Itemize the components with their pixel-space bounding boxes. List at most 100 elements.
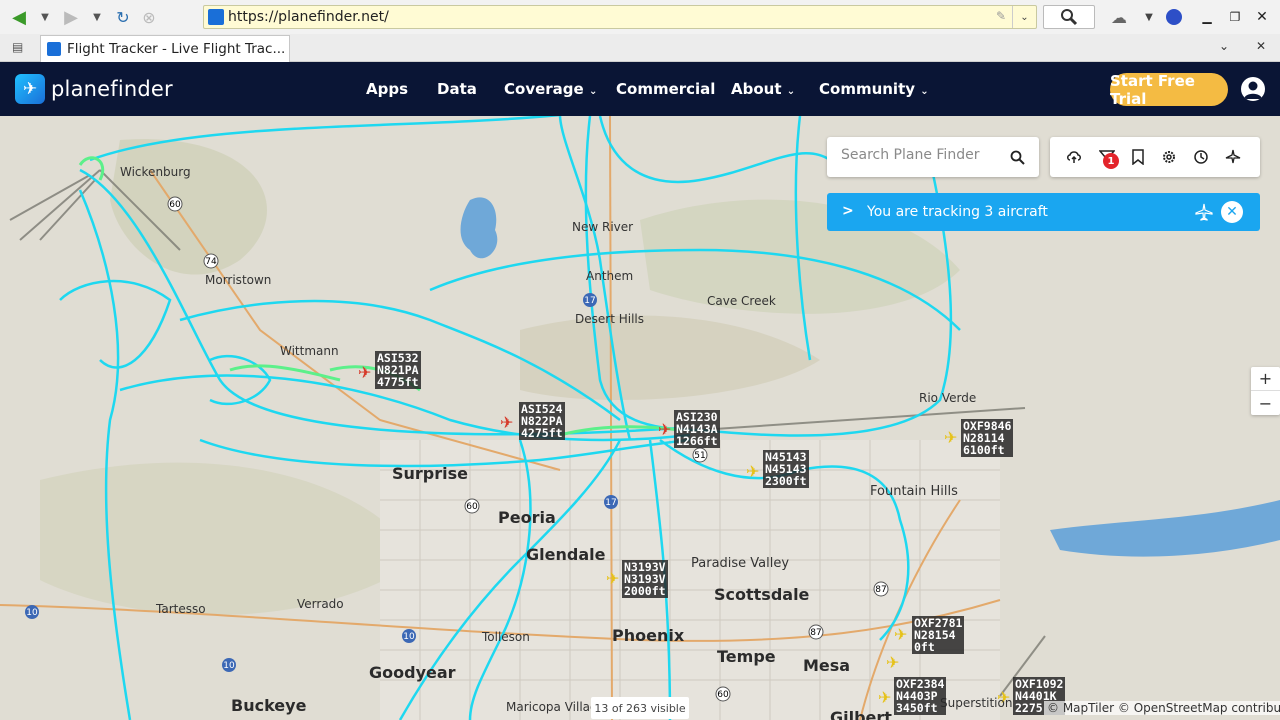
svg-text:✈: ✈ xyxy=(500,413,513,432)
place-surprise: Surprise xyxy=(392,464,469,483)
map-search-panel xyxy=(827,137,1039,177)
nav-commercial[interactable]: Commercial xyxy=(616,80,715,98)
bookmark-icon[interactable] xyxy=(1130,149,1146,165)
history-icon[interactable] xyxy=(1193,149,1209,165)
zoom-out-button[interactable]: − xyxy=(1251,391,1280,415)
altitude: 1266ft xyxy=(676,434,718,448)
forward-dropdown-icon[interactable]: ▼ xyxy=(84,4,110,30)
svg-text:✈: ✈ xyxy=(746,462,759,481)
svg-text:87: 87 xyxy=(875,585,886,595)
svg-text:✈: ✈ xyxy=(358,363,371,382)
aircraft-label[interactable]: ASI230 N4143A 1266ft xyxy=(674,410,720,448)
nav-about-label: About xyxy=(731,80,782,98)
place-desert-hills: Desert Hills xyxy=(575,312,644,326)
place-new-river: New River xyxy=(572,220,634,234)
chevron-down-icon: ⌄ xyxy=(920,86,929,97)
plane-logo-icon: ✈ xyxy=(15,74,45,104)
planefinder-logo[interactable]: ✈ planefinder xyxy=(15,74,173,104)
place-peoria: Peoria xyxy=(498,508,556,527)
chevron-down-icon: ⌄ xyxy=(786,86,796,97)
place-fountain-hills: Fountain Hills xyxy=(870,484,958,499)
svg-text:✈: ✈ xyxy=(886,653,899,672)
place-phoenix: Phoenix xyxy=(612,626,685,645)
alerts-badge: 1 xyxy=(1103,153,1119,169)
altitude: 4775ft xyxy=(377,375,419,389)
place-superstition: Superstition xyxy=(940,696,1013,710)
zoom-in-button[interactable]: + xyxy=(1251,367,1280,391)
addon-icon[interactable]: ☁ xyxy=(1106,4,1132,30)
addon-dropdown-icon[interactable]: ▼ xyxy=(1136,4,1162,30)
url-dropdown-icon[interactable]: ⌄ xyxy=(1012,6,1036,28)
altitude: 3450ft xyxy=(896,701,938,715)
aircraft-label[interactable]: OXF2384 N4403P 3450ft xyxy=(894,677,947,715)
nav-about[interactable]: About ⌄ xyxy=(731,80,795,98)
tracking-banner[interactable]: > You are tracking 3 aircraft ✕ xyxy=(827,193,1260,231)
aircraft-label[interactable]: N3193V N3193V 2000ft xyxy=(622,560,668,598)
svg-text:60: 60 xyxy=(169,200,181,210)
place-gilbert: Gilbert xyxy=(830,708,892,720)
visible-count: 13 of 263 visible xyxy=(591,697,689,719)
aircraft-label[interactable]: N45143 N45143 2300ft xyxy=(763,450,809,488)
nav-community[interactable]: Community ⌄ xyxy=(819,80,929,98)
place-tempe: Tempe xyxy=(717,647,776,666)
bookmark-pen-icon[interactable]: ✎ xyxy=(996,9,1006,23)
tab-list-dropdown-icon[interactable]: ⌄ xyxy=(1219,39,1229,53)
place-goodyear: Goodyear xyxy=(369,663,456,682)
forward-icon[interactable]: ▶ xyxy=(58,4,84,30)
svg-text:17: 17 xyxy=(584,296,595,306)
map-attribution[interactable]: © MapTiler © OpenStreetMap contributors xyxy=(1044,701,1280,715)
plane-3d-icon[interactable] xyxy=(1225,149,1241,165)
place-wittmann: Wittmann xyxy=(280,344,339,358)
map-search-input[interactable] xyxy=(841,147,1001,163)
search-icon[interactable] xyxy=(1010,150,1025,165)
browser-search-button[interactable] xyxy=(1043,5,1095,29)
tab-list-icon[interactable]: ▤ xyxy=(12,40,23,54)
svg-text:✈: ✈ xyxy=(878,688,891,707)
url-bar[interactable]: https://planefinder.net/ ✎ ⌄ xyxy=(203,5,1037,29)
browser-logo-icon[interactable] xyxy=(1161,4,1187,30)
tab-favicon-icon xyxy=(47,42,61,56)
tab-bar: ▤ Flight Tracker - Live Flight Trac... ⌄… xyxy=(0,34,1280,62)
nav-community-label: Community xyxy=(819,80,916,98)
user-account-icon[interactable] xyxy=(1241,77,1265,101)
aircraft-label[interactable]: OXF9846 N28114 6100ft xyxy=(961,419,1014,457)
nav-data[interactable]: Data xyxy=(437,80,477,98)
logo-text: planefinder xyxy=(51,77,173,101)
close-window-icon[interactable]: ✕ xyxy=(1249,4,1275,30)
cloud-upload-icon[interactable] xyxy=(1066,149,1082,165)
place-buckeye: Buckeye xyxy=(231,696,307,715)
tab-planefinder[interactable]: Flight Tracker - Live Flight Trac... xyxy=(40,35,290,62)
restore-icon[interactable]: ❐ xyxy=(1222,4,1248,30)
nav-apps[interactable]: Apps xyxy=(366,80,408,98)
svg-text:51: 51 xyxy=(694,451,705,461)
gear-icon[interactable] xyxy=(1161,149,1177,165)
svg-text:✈: ✈ xyxy=(894,625,907,644)
start-free-trial-button[interactable]: Start Free Trial xyxy=(1110,72,1228,108)
nav-coverage-label: Coverage xyxy=(504,80,584,98)
place-tartesso: Tartesso xyxy=(156,602,206,616)
place-rio-verde: Rio Verde xyxy=(919,391,977,405)
aircraft-label[interactable]: ASI524 N822PA 4275ft xyxy=(519,402,565,440)
place-tolleson: Tolleson xyxy=(482,630,530,644)
nav-coverage[interactable]: Coverage ⌄ xyxy=(504,80,597,98)
place-paradise-valley: Paradise Valley xyxy=(691,556,790,571)
place-morristown: Morristown xyxy=(205,273,272,287)
aircraft-label[interactable]: ASI532 N821PA 4775ft xyxy=(375,351,421,389)
back-icon[interactable]: ◀ xyxy=(6,4,32,30)
minimize-icon[interactable]: ▁ xyxy=(1194,4,1220,30)
reload-icon[interactable]: ↻ xyxy=(110,4,136,30)
aircraft-label[interactable]: OXF2781 N28154 0ft xyxy=(912,616,965,654)
svg-text:60: 60 xyxy=(717,690,729,700)
chevron-right-icon[interactable]: > xyxy=(842,203,854,219)
altitude: 0ft xyxy=(914,640,935,654)
place-cave-creek: Cave Creek xyxy=(707,294,776,308)
place-wickenburg: Wickenburg xyxy=(120,165,191,179)
place-verrado: Verrado xyxy=(297,597,344,611)
url-text[interactable]: https://planefinder.net/ xyxy=(228,9,389,25)
close-tab-icon[interactable]: ✕ xyxy=(1256,39,1266,53)
place-anthem: Anthem xyxy=(586,269,634,283)
back-dropdown-icon[interactable]: ▼ xyxy=(32,4,58,30)
stop-icon[interactable]: ⊗ xyxy=(136,4,162,30)
close-tracking-button[interactable]: ✕ xyxy=(1221,201,1243,223)
svg-text:74: 74 xyxy=(205,257,217,267)
